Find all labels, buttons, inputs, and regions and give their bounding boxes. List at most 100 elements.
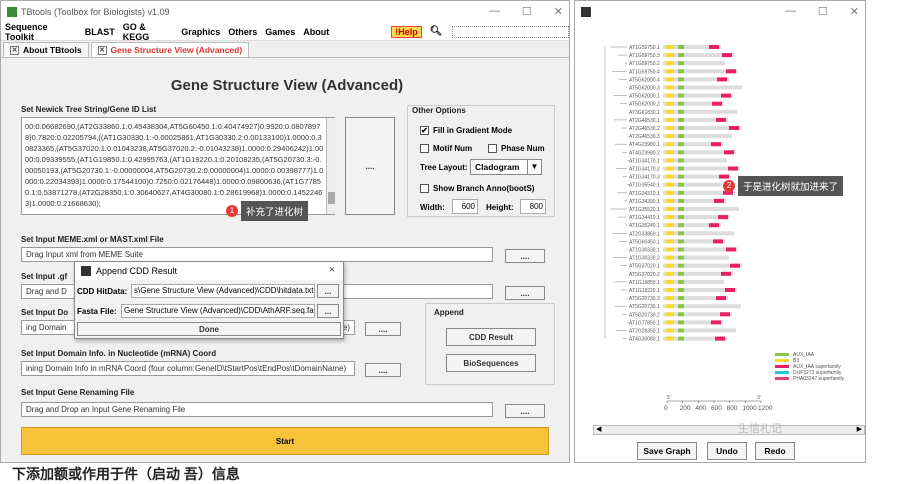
- maximize-icon[interactable]: ☐: [818, 5, 828, 18]
- fasta-input[interactable]: Gene Structure View (Advanced)\CDD\AthAR…: [121, 304, 315, 318]
- menu-sequence-toolkit[interactable]: Sequence Toolkit: [5, 22, 77, 42]
- undo-button[interactable]: Undo: [707, 442, 747, 460]
- motif-num-option[interactable]: Motif Num: [420, 144, 472, 154]
- domain-aux-iaa-superfamily: [714, 198, 724, 203]
- domain-aux-iaa: [678, 215, 684, 220]
- help-button[interactable]: !Help: [391, 25, 422, 38]
- fill-gradient-option[interactable]: ✔ Fill in Gradient Mode: [420, 126, 512, 136]
- domain-b3: [666, 263, 674, 268]
- rename-input[interactable]: Drag and Drop an Input Gene Renaming Fil…: [21, 402, 493, 417]
- show-branch-option[interactable]: Show Branch Anno(bootS): [420, 184, 534, 194]
- domain-aux-iaa-superfamily: [712, 101, 722, 106]
- search-input[interactable]: [452, 25, 570, 38]
- tab-about-tbtools[interactable]: ✕ About TBtools: [3, 42, 89, 57]
- hitdata-row: CDD HitData: s\Gene Structure View (Adva…: [77, 284, 339, 298]
- redo-button[interactable]: Redo: [755, 442, 795, 460]
- domain-aux-iaa-superfamily: [730, 263, 740, 268]
- x-axis-tick-label: 1000: [742, 405, 757, 412]
- close-icon[interactable]: ✕: [554, 5, 563, 18]
- newick-line: 00050193,(AT5G20730.1:-0.00000004,AT5G20…: [25, 166, 324, 175]
- search-icon[interactable]: 🔍︎: [430, 26, 443, 37]
- meme-input[interactable]: Drag Input xml from MEME Suite: [21, 247, 493, 262]
- newick-browse-button[interactable]: ....: [345, 117, 395, 215]
- cdd-result-button[interactable]: CDD Result: [446, 328, 536, 346]
- domain-browse-button[interactable]: ....: [365, 322, 401, 336]
- domain-b3: [666, 85, 674, 90]
- menu-others[interactable]: Others: [228, 27, 257, 37]
- menu-games[interactable]: Games: [265, 27, 295, 37]
- newick-line: 0.1:0.53871278,(AT2G28350.1:0.30640627,A…: [25, 188, 323, 197]
- tab-gene-structure-view[interactable]: ✕ Gene Structure View (Advanced): [90, 42, 250, 57]
- motif-num-checkbox[interactable]: [420, 144, 429, 154]
- domain-b3: [666, 296, 674, 301]
- fasta-browse-button[interactable]: ...: [317, 304, 339, 318]
- menu-blast[interactable]: BLAST: [85, 27, 115, 37]
- domain-b3: [666, 288, 674, 292]
- close-icon[interactable]: ✕: [850, 5, 859, 18]
- gene-label: AT5G20730.3: [629, 296, 660, 302]
- dialog-close-icon[interactable]: ×: [329, 264, 335, 276]
- scroll-left-icon[interactable]: ◀: [596, 425, 601, 433]
- domain-aux-iaa-superfamily: [729, 126, 739, 130]
- phase-num-option[interactable]: Phase Num: [488, 144, 545, 154]
- domain-aux-iaa: [678, 109, 684, 114]
- done-button[interactable]: Done: [77, 322, 341, 336]
- height-input[interactable]: 800: [520, 199, 546, 214]
- gene-label: AT2G46530.1: [629, 118, 660, 124]
- fill-gradient-checkbox[interactable]: ✔: [420, 126, 429, 136]
- hitdata-browse-button[interactable]: ...: [317, 284, 339, 298]
- gene-label: AT1G59750.4: [629, 69, 660, 75]
- meme-label: Set Input MEME.xml or MAST.xml File: [21, 235, 164, 244]
- gene-label: AT2G46530.2: [629, 126, 660, 132]
- gene-label: AT1G30330.1: [629, 248, 660, 254]
- maximize-icon[interactable]: ☐: [522, 5, 532, 18]
- save-graph-button[interactable]: Save Graph: [637, 442, 697, 460]
- domain-b3: [666, 328, 674, 333]
- menu-go-kegg[interactable]: GO & KEGG: [123, 22, 174, 42]
- domain-aux-iaa-superfamily: [720, 312, 730, 317]
- show-branch-checkbox[interactable]: [420, 184, 429, 194]
- scroll-thumb[interactable]: [328, 192, 335, 204]
- append-label: Append: [434, 308, 464, 317]
- gff-browse-button[interactable]: ....: [505, 286, 545, 300]
- hitdata-input[interactable]: s\Gene Structure View (Advanced)\CDD\hit…: [131, 284, 315, 298]
- domain-b3: [666, 312, 674, 317]
- menu-graphics[interactable]: Graphics: [181, 27, 220, 37]
- close-tab-icon[interactable]: ✕: [97, 45, 107, 55]
- mrna-label: Set Input Domain Info. in Nucleotide (mR…: [21, 349, 217, 358]
- menu-about[interactable]: About: [303, 27, 329, 37]
- meme-browse-button[interactable]: ....: [505, 249, 545, 263]
- domain-b3: [666, 134, 674, 139]
- width-input[interactable]: 600: [452, 199, 478, 214]
- tab-label: About TBtools: [23, 45, 82, 55]
- callout-text: 补充了进化树: [241, 201, 309, 221]
- domain-aux-iaa-superfamily: [711, 320, 721, 325]
- domain-aux-iaa: [678, 207, 684, 211]
- mrna-input[interactable]: ining Domain Info in mRNA Coord (four co…: [21, 361, 355, 376]
- gene-label: AT1G34170.1: [629, 158, 660, 164]
- mrna-browse-button[interactable]: ....: [365, 363, 401, 377]
- scroll-right-icon[interactable]: ▶: [857, 425, 862, 433]
- dialog-app-icon: [81, 266, 91, 276]
- chevron-down-icon[interactable]: ▼: [527, 160, 541, 174]
- page-title: Gene Structure View (Advanced): [170, 77, 404, 94]
- newick-scrollbar[interactable]: [326, 118, 335, 214]
- watermark-text: 生信札记: [738, 423, 782, 435]
- minimize-icon[interactable]: —: [489, 5, 500, 18]
- phase-num-checkbox[interactable]: [488, 144, 497, 154]
- tree-layout-select[interactable]: Cladogram ▼: [470, 159, 542, 175]
- start-button[interactable]: Start: [21, 427, 549, 455]
- biosequences-button[interactable]: BioSequences: [446, 354, 536, 372]
- callout-text: 于是进化树就加进来了: [738, 176, 844, 196]
- gene-label: AT1G77850.1: [629, 320, 660, 326]
- gene-label: AT1G59750.3: [629, 53, 660, 59]
- gene-label: AT5G62000.2: [629, 102, 660, 108]
- horizontal-scrollbar[interactable]: ◀ ▶: [593, 425, 865, 435]
- rename-browse-button[interactable]: ....: [505, 404, 545, 418]
- minimize-icon[interactable]: —: [785, 5, 796, 18]
- close-tab-icon[interactable]: ✕: [10, 45, 19, 55]
- domain-aux-iaa: [678, 271, 684, 276]
- domain-aux-iaa-superfamily: [721, 271, 731, 276]
- tree-layout-value: Cladogram: [475, 162, 520, 172]
- gene-label: AT1G59750.2: [629, 61, 660, 67]
